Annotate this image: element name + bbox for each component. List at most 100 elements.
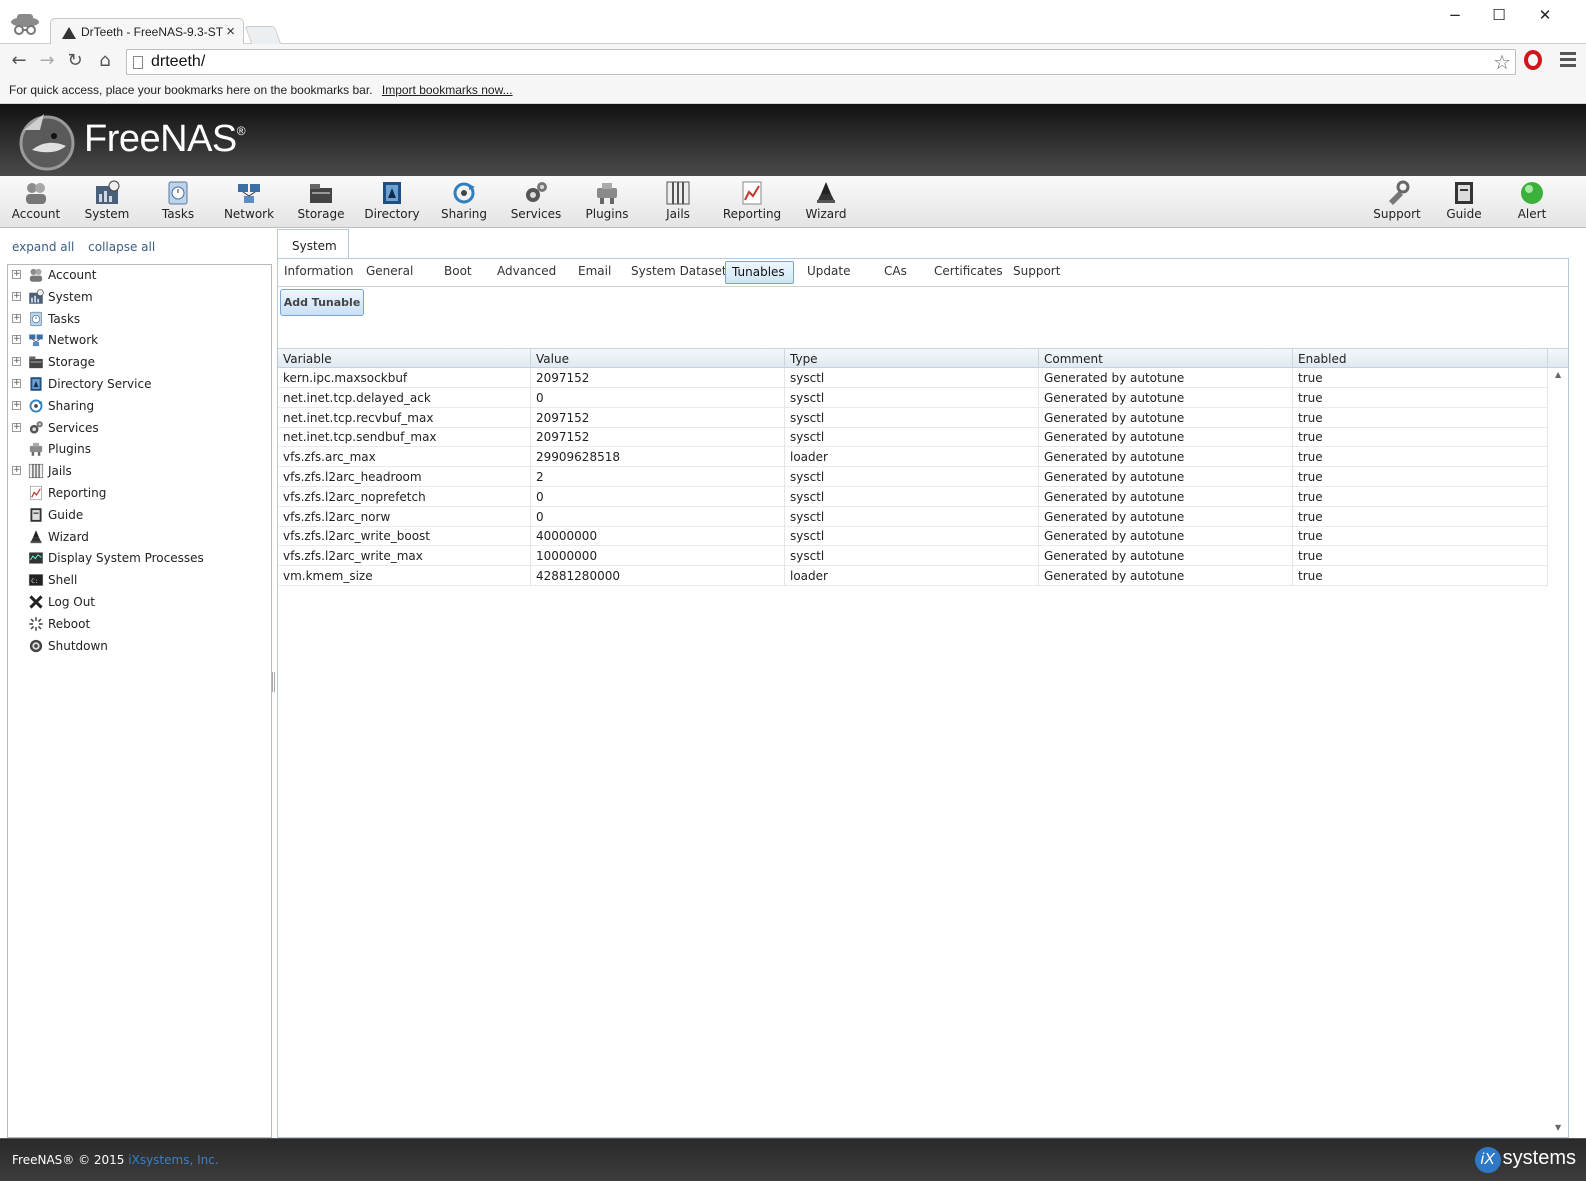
toolbar-guide-button[interactable]: Guide bbox=[1428, 178, 1500, 226]
toolbar-wizard-button[interactable]: Wizard bbox=[790, 178, 862, 226]
tree-item-guide[interactable]: Guide bbox=[8, 505, 268, 527]
tree-item-account[interactable]: + Account bbox=[8, 265, 268, 287]
ixsystems-link[interactable]: iXsystems, Inc. bbox=[128, 1153, 218, 1167]
toolbar-label: Guide bbox=[1446, 207, 1482, 221]
tree-item-plugins[interactable]: Plugins bbox=[8, 439, 268, 461]
subtab-boot[interactable]: Boot bbox=[438, 261, 480, 284]
tree-item-display-system-processes[interactable]: Display System Processes bbox=[8, 548, 268, 570]
toolbar-plugins-button[interactable]: Plugins bbox=[571, 178, 643, 226]
subtab-system-dataset[interactable]: System Dataset bbox=[625, 261, 735, 284]
toolbar-reporting-button[interactable]: Reporting bbox=[716, 178, 788, 226]
table-row[interactable]: vfs.zfs.l2arc_noprefetch 0 sysctl Generated… bbox=[278, 486, 1548, 507]
opera-extension-icon[interactable] bbox=[1524, 50, 1542, 70]
browser-tab[interactable]: DrTeeth - FreeNAS-9.3-ST × bbox=[50, 18, 244, 45]
close-tab-icon[interactable]: × bbox=[226, 23, 235, 40]
subtab-email[interactable]: Email bbox=[572, 261, 619, 284]
tree-item-wizard[interactable]: Wizard bbox=[8, 527, 268, 549]
tree-item-reporting[interactable]: Reporting bbox=[8, 483, 268, 505]
browser-menu-icon[interactable] bbox=[1560, 52, 1576, 70]
import-bookmarks-link[interactable]: Import bookmarks now... bbox=[382, 83, 513, 97]
reporting-icon bbox=[739, 180, 765, 206]
close-window-button[interactable]: ✕ bbox=[1530, 4, 1560, 26]
tree-item-tasks[interactable]: + Tasks bbox=[8, 309, 268, 331]
column-header-value[interactable]: Value bbox=[531, 349, 785, 368]
toolbar-system-button[interactable]: System bbox=[71, 178, 143, 226]
new-tab-button[interactable] bbox=[244, 26, 282, 44]
minimize-button[interactable]: − bbox=[1440, 4, 1470, 26]
table-row[interactable]: net.inet.tcp.delayed_ack 0 sysctl Generated… bbox=[278, 387, 1548, 408]
tree-item-shell[interactable]: C: Shell bbox=[8, 570, 268, 592]
expand-icon[interactable]: + bbox=[12, 313, 21, 323]
toolbar-jails-button[interactable]: Jails bbox=[642, 178, 714, 226]
tab-system[interactable]: System bbox=[277, 229, 349, 259]
expand-icon[interactable]: + bbox=[12, 335, 21, 345]
column-header-comment[interactable]: Comment bbox=[1039, 349, 1293, 368]
cell-type: sysctl bbox=[785, 486, 1039, 507]
table-row[interactable]: net.inet.tcp.recvbuf_max 2097152 sysctl Gen… bbox=[278, 407, 1548, 428]
tree-item-reboot[interactable]: Reboot bbox=[8, 614, 268, 636]
subtab-advanced[interactable]: Advanced bbox=[491, 261, 564, 284]
bookmark-star-icon[interactable]: ☆ bbox=[1493, 50, 1511, 75]
scroll-up-icon[interactable]: ▲ bbox=[1555, 370, 1561, 379]
toolbar-account-button[interactable]: Account bbox=[0, 178, 72, 226]
toolbar-support-button[interactable]: Support bbox=[1361, 178, 1433, 226]
expand-icon[interactable]: + bbox=[12, 422, 21, 432]
column-header-type[interactable]: Type bbox=[785, 349, 1039, 368]
table-row[interactable]: vfs.zfs.l2arc_norw 0 sysctl Generated by au… bbox=[278, 506, 1548, 527]
tree-item-shutdown[interactable]: Shutdown bbox=[8, 636, 268, 658]
tree-item-system[interactable]: + System bbox=[8, 287, 268, 309]
address-bar[interactable]: drteeth/ ☆ bbox=[126, 49, 1516, 75]
tree-item-storage[interactable]: + Storage bbox=[8, 352, 268, 374]
toolbar-tasks-button[interactable]: Tasks bbox=[142, 178, 214, 226]
tree-item-jails[interactable]: + Jails bbox=[8, 461, 268, 483]
forward-button[interactable]: → bbox=[36, 50, 58, 72]
freenas-shark-logo-icon bbox=[19, 114, 75, 171]
table-row[interactable]: vfs.zfs.l2arc_headroom 2 sysctl Generated b… bbox=[278, 467, 1548, 487]
tree-item-log-out[interactable]: Log Out bbox=[8, 592, 268, 614]
expand-icon[interactable]: + bbox=[12, 291, 21, 301]
scroll-down-icon[interactable]: ▼ bbox=[1555, 1123, 1561, 1132]
subtab-support[interactable]: Support bbox=[1007, 261, 1068, 284]
expand-icon[interactable]: + bbox=[12, 466, 21, 476]
column-header-enabled[interactable]: Enabled bbox=[1293, 349, 1548, 368]
tree-item-directory-service[interactable]: + Directory Service bbox=[8, 374, 268, 396]
panel-splitter[interactable] bbox=[272, 672, 275, 692]
table-row[interactable]: kern.ipc.maxsockbuf 2097152 sysctl Generate… bbox=[278, 368, 1548, 388]
subtab-information[interactable]: Information bbox=[278, 261, 361, 284]
expand-icon[interactable]: + bbox=[12, 270, 21, 279]
collapse-all-link[interactable]: collapse all bbox=[88, 240, 155, 254]
expand-icon[interactable]: + bbox=[12, 400, 21, 410]
back-button[interactable]: ← bbox=[8, 50, 30, 72]
tree-item-services[interactable]: + Services bbox=[8, 418, 268, 440]
table-scrollbar[interactable]: ▲ ▼ bbox=[1550, 368, 1568, 1134]
toolbar-label: Alert bbox=[1517, 207, 1547, 221]
toolbar-services-button[interactable]: Services bbox=[500, 178, 572, 226]
toolbar-network-button[interactable]: Network bbox=[213, 178, 285, 226]
table-row[interactable]: vm.kmem_size 42881280000 loader Generated b… bbox=[278, 566, 1548, 586]
home-button[interactable]: ⌂ bbox=[94, 50, 116, 72]
address-url: drteeth/ bbox=[151, 53, 206, 70]
subtab-certificates[interactable]: Certificates bbox=[928, 261, 1011, 284]
tree-item-sharing[interactable]: + Sharing bbox=[8, 396, 268, 418]
table-row[interactable]: net.inet.tcp.sendbuf_max 2097152 sysctl Gen… bbox=[278, 427, 1548, 448]
expand-icon[interactable]: + bbox=[12, 357, 21, 367]
table-row[interactable]: vfs.zfs.arc_max 29909628518 loader Generate… bbox=[278, 447, 1548, 468]
add-tunable-button[interactable]: Add Tunable bbox=[280, 289, 364, 316]
subtab-tunables[interactable]: Tunables bbox=[725, 261, 794, 284]
subtab-update[interactable]: Update bbox=[801, 261, 858, 284]
toolbar-alert-button[interactable]: Alert bbox=[1496, 178, 1568, 226]
subtab-general[interactable]: General bbox=[360, 261, 421, 284]
subtab-cas[interactable]: CAs bbox=[878, 261, 915, 284]
tree-item-network[interactable]: + Network bbox=[8, 330, 268, 352]
reload-button[interactable]: ↻ bbox=[64, 50, 86, 72]
maximize-button[interactable]: ☐ bbox=[1484, 4, 1514, 26]
toolbar-sharing-button[interactable]: Sharing bbox=[428, 178, 500, 226]
table-row[interactable]: vfs.zfs.l2arc_write_boost 40000000 sysctl G… bbox=[278, 526, 1548, 547]
table-row[interactable]: vfs.zfs.l2arc_write_max 10000000 sysctl Gen… bbox=[278, 546, 1548, 567]
expand-icon[interactable]: + bbox=[12, 379, 21, 388]
column-header-variable[interactable]: Variable bbox=[278, 349, 531, 368]
toolbar-storage-button[interactable]: Storage bbox=[285, 178, 357, 226]
toolbar-directory-button[interactable]: Directory bbox=[356, 178, 428, 226]
sharing-icon bbox=[451, 180, 477, 206]
expand-all-link[interactable]: expand all bbox=[12, 240, 74, 254]
